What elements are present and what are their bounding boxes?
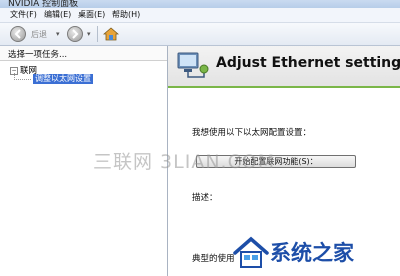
menu-edit[interactable]: 编辑(E) — [44, 9, 71, 20]
home-icon[interactable] — [103, 26, 119, 42]
description-label: 描述： — [192, 193, 218, 203]
task-pane-header: 选择一项任务... — [0, 46, 167, 61]
page-header: Adjust Ethernet settings — [168, 46, 400, 88]
forward-arrow-icon — [72, 29, 79, 39]
logo-text: 系统之家 — [270, 241, 354, 265]
menu-help[interactable]: 帮助(H) — [112, 9, 140, 20]
back-label[interactable]: 后退 — [31, 29, 47, 40]
forward-dropdown-icon[interactable]: ▾ — [87, 30, 91, 38]
typical-usage-label: 典型的使用 — [192, 254, 235, 264]
title-bar: NVIDIA 控制面板 — [0, 0, 400, 8]
menu-desktop[interactable]: 桌面(E) — [78, 9, 105, 20]
forward-button[interactable] — [67, 26, 83, 42]
tree-item-adjust-ethernet[interactable]: 调整以太网设置 — [33, 74, 93, 84]
page-title: Adjust Ethernet settings — [216, 55, 400, 71]
task-pane-title: 选择一项任务... — [8, 50, 68, 60]
back-arrow-icon — [14, 29, 21, 39]
ethernet-settings-label: 我想使用以下以太网配置设置： — [192, 128, 312, 138]
window-title: NVIDIA 控制面板 — [8, 0, 79, 8]
tree-connector — [14, 79, 31, 81]
network-icon — [177, 52, 209, 78]
menu-bar: 文件(F) 编辑(E) 桌面(E) 帮助(H) — [0, 8, 400, 23]
site-logo: 系统之家 — [232, 229, 400, 276]
menu-file[interactable]: 文件(F) — [10, 9, 37, 20]
toolbar: 后退 ▾ ▾ — [0, 23, 400, 46]
watermark: 三联网 3LIAN.COM — [93, 151, 276, 173]
back-dropdown-icon[interactable]: ▾ — [56, 30, 60, 38]
toolbar-separator — [97, 26, 98, 42]
back-button[interactable] — [10, 26, 26, 42]
house-logo-icon — [233, 236, 269, 268]
